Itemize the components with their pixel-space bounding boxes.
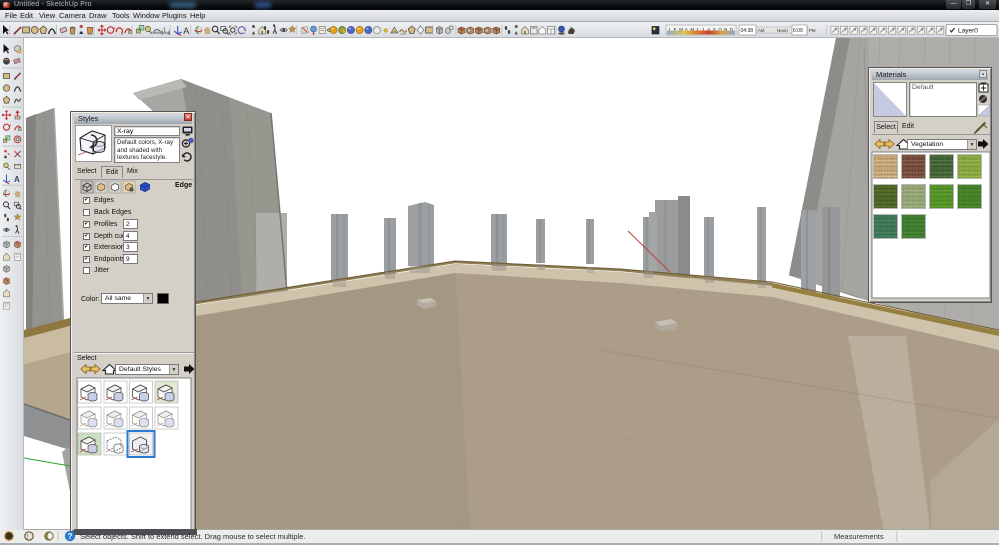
- svg-text:04:38: 04:38: [741, 28, 754, 34]
- svg-text:6:09: 6:09: [793, 28, 803, 34]
- svg-text:A: A: [183, 26, 189, 36]
- svg-text:AM: AM: [758, 28, 765, 33]
- svg-text:1: 1: [163, 28, 166, 34]
- svg-text:A: A: [14, 175, 20, 184]
- svg-text:?: ?: [68, 532, 73, 541]
- svg-text:Noon: Noon: [777, 28, 788, 33]
- svg-text:Layer0: Layer0: [958, 28, 978, 35]
- svg-text:PM: PM: [809, 28, 816, 33]
